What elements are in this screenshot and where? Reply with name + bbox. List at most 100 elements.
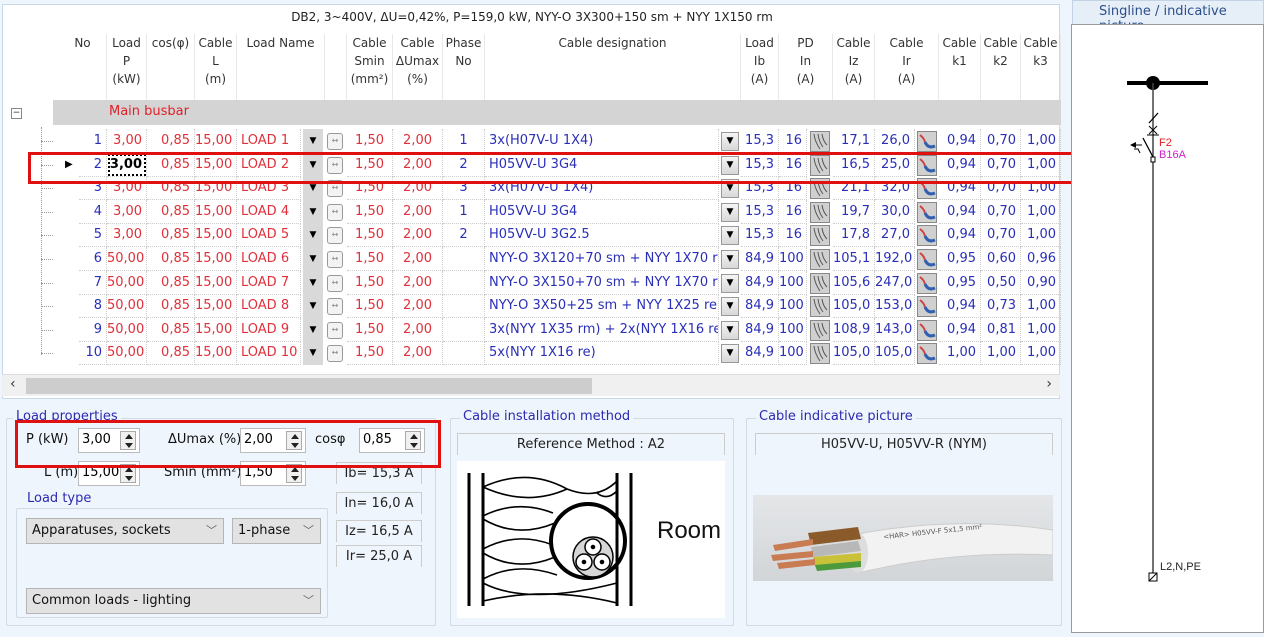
trip-curve-icon[interactable]: [810, 249, 830, 270]
scrollbar-thumb[interactable]: [26, 378, 592, 394]
cell-k3[interactable]: 0,90: [1021, 270, 1061, 295]
cell-p[interactable]: 3,00: [107, 129, 147, 153]
cell-phase[interactable]: [443, 247, 485, 271]
header-dumax[interactable]: Cable ΔUmax (%): [393, 34, 443, 100]
cell-k1[interactable]: 0,95: [939, 247, 981, 271]
cell-l[interactable]: 15,00: [195, 199, 237, 224]
cell-no[interactable]: 4: [79, 199, 107, 224]
dumax-input[interactable]: 2,00: [240, 428, 306, 453]
cell-p[interactable]: 50,00: [107, 247, 147, 271]
cell-smin[interactable]: 1,50: [347, 199, 393, 224]
table-row[interactable]: 3 3,00 0,85 15,00 LOAD 3 1,50 2,00 3 3x(H07V-U 1…: [3, 176, 1061, 201]
cell-k1[interactable]: 0,94: [939, 199, 981, 224]
cable-designation-dropdown-button[interactable]: ▼: [721, 132, 739, 151]
cell-cos[interactable]: 0,85: [147, 176, 195, 201]
header-k2[interactable]: Cable k2: [981, 34, 1021, 100]
cell-ib[interactable]: 15,3: [741, 223, 779, 248]
cell-name[interactable]: LOAD 3: [237, 176, 301, 201]
header-cable-l[interactable]: Cable L (m): [195, 34, 237, 100]
load-details-button[interactable]: ↔: [327, 298, 343, 316]
cell-p[interactable]: 3,00: [107, 223, 147, 248]
cell-cos[interactable]: 0,85: [147, 129, 195, 153]
cable-icon[interactable]: [917, 178, 937, 200]
cell-cos[interactable]: 0,85: [147, 341, 195, 366]
cell-designation[interactable]: NYY-O 3X50+25 sm + NYY 1X25 re: [485, 294, 719, 319]
cell-iz[interactable]: 105,0: [833, 294, 875, 319]
l-spinner[interactable]: [120, 464, 136, 483]
trip-curve-icon[interactable]: [810, 131, 830, 152]
load-name-dropdown-button[interactable]: ▼: [303, 294, 323, 319]
load-details-button[interactable]: ↔: [327, 345, 343, 363]
dumax-spinner[interactable]: [286, 431, 302, 450]
cell-smin[interactable]: 1,50: [347, 129, 393, 153]
cell-du[interactable]: 2,00: [393, 317, 443, 342]
cell-ir[interactable]: 25,0: [875, 152, 915, 177]
cell-ir[interactable]: 105,0: [875, 341, 915, 366]
cell-ir[interactable]: 27,0: [875, 223, 915, 248]
cell-name[interactable]: LOAD 5: [237, 223, 301, 248]
table-row[interactable]: 9 50,00 0,85 15,00 LOAD 9 1,50 2,00 3x(NYY 1X35…: [3, 317, 1061, 342]
cell-ir[interactable]: 247,0: [875, 270, 915, 295]
cell-designation[interactable]: NYY-O 3X120+70 sm + NYY 1X70 rm: [485, 247, 719, 271]
cell-ib[interactable]: 84,9: [741, 247, 779, 271]
load-name-dropdown-button[interactable]: ▼: [303, 317, 323, 342]
l-input[interactable]: 15,00: [78, 461, 140, 486]
header-iz[interactable]: Cable Iz (A): [833, 34, 875, 100]
cell-k2[interactable]: 0,60: [981, 247, 1021, 271]
cell-k1[interactable]: 0,94: [939, 317, 981, 342]
scroll-right-button[interactable]: ›: [1046, 376, 1052, 392]
cell-in[interactable]: 16: [779, 199, 807, 224]
table-row[interactable]: 4 3,00 0,85 15,00 LOAD 4 1,50 2,00 1 H05VV-U 3G4…: [3, 199, 1061, 224]
cell-iz[interactable]: 105,0: [833, 341, 875, 366]
cell-no[interactable]: 9: [79, 317, 107, 342]
load-type-select[interactable]: Apparatuses, sockets ﹀: [26, 518, 224, 544]
cable-designation-dropdown-button[interactable]: ▼: [721, 320, 739, 340]
cell-ir[interactable]: 153,0: [875, 294, 915, 319]
header-k3[interactable]: Cable k3: [1021, 34, 1061, 100]
load-name-dropdown-button[interactable]: ▼: [303, 129, 323, 153]
cell-k1[interactable]: 0,94: [939, 223, 981, 248]
cell-in[interactable]: 16: [779, 152, 807, 177]
cell-in[interactable]: 16: [779, 129, 807, 153]
cable-icon[interactable]: [917, 225, 937, 247]
phase-select[interactable]: 1-phase ﹀: [232, 518, 321, 544]
cell-k1[interactable]: 0,94: [939, 294, 981, 319]
cell-no[interactable]: 3: [79, 176, 107, 201]
cell-du[interactable]: 2,00: [393, 341, 443, 366]
cell-iz[interactable]: 105,6: [833, 270, 875, 295]
cell-smin[interactable]: 1,50: [347, 247, 393, 271]
cell-l[interactable]: 15,00: [195, 176, 237, 201]
load-name-dropdown-button[interactable]: ▼: [303, 152, 323, 177]
load-name-dropdown-button[interactable]: ▼: [303, 199, 323, 224]
cell-l[interactable]: 15,00: [195, 247, 237, 271]
cell-designation[interactable]: 3x(NYY 1X35 rm) + 2x(NYY 1X16 re): [485, 317, 719, 342]
load-details-button[interactable]: ↔: [327, 321, 343, 339]
cell-k3[interactable]: 1,00: [1021, 129, 1061, 153]
table-row[interactable]: 10 50,00 0,85 15,00 LOAD 10 1,50 2,00 5x(NYY 1X…: [3, 341, 1061, 366]
cable-icon[interactable]: [917, 249, 937, 270]
cell-phase[interactable]: [443, 294, 485, 319]
cell-designation[interactable]: H05VV-U 3G4: [485, 152, 719, 177]
cell-cos[interactable]: 0,85: [147, 152, 195, 177]
cell-cos[interactable]: 0,85: [147, 247, 195, 271]
cell-ib[interactable]: 15,3: [741, 176, 779, 201]
table-row[interactable]: ▶ 2 3,00 0,85 15,00 LOAD 2 1,50 2,00 2 H05VV-U 3G…: [3, 152, 1061, 177]
cell-l[interactable]: 15,00: [195, 129, 237, 153]
trip-curve-icon[interactable]: [810, 343, 830, 365]
load-details-button[interactable]: ↔: [327, 251, 343, 268]
header-ir[interactable]: Cable Ir (A): [875, 34, 939, 100]
cable-designation-dropdown-button[interactable]: ▼: [721, 297, 739, 317]
table-row[interactable]: 8 50,00 0,85 15,00 LOAD 8 1,50 2,00 NYY-O 3X50+…: [3, 294, 1061, 319]
cell-k2[interactable]: 0,50: [981, 270, 1021, 295]
cell-k3[interactable]: 1,00: [1021, 199, 1061, 224]
header-load-p[interactable]: Load P (kW): [107, 34, 147, 100]
cell-du[interactable]: 2,00: [393, 294, 443, 319]
cell-l[interactable]: 15,00: [195, 270, 237, 295]
cell-k2[interactable]: 0,81: [981, 317, 1021, 342]
load-name-dropdown-button[interactable]: ▼: [303, 341, 323, 366]
load-name-dropdown-button[interactable]: ▼: [303, 223, 323, 248]
cell-designation[interactable]: H05VV-U 3G2.5: [485, 223, 719, 248]
load-details-button[interactable]: ↔: [327, 227, 343, 245]
cell-name[interactable]: LOAD 4: [237, 199, 301, 224]
cell-phase[interactable]: 2: [443, 152, 485, 177]
